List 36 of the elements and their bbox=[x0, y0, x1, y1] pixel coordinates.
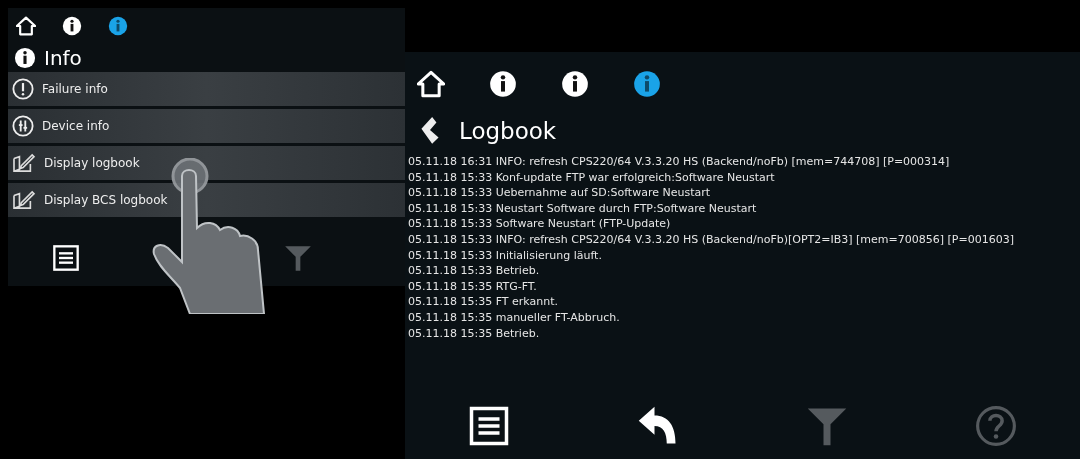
log-entry: 05.11.18 15:33 Initialisierung läuft. bbox=[408, 247, 603, 264]
home-icon[interactable] bbox=[417, 70, 445, 98]
info-icon[interactable] bbox=[561, 70, 589, 98]
book-pen-icon bbox=[12, 153, 36, 173]
info-icon bbox=[14, 47, 36, 69]
menu-item[interactable]: Device info bbox=[8, 109, 405, 143]
log-entry: 05.11.18 15:35 RTG-FT. bbox=[408, 278, 538, 295]
log-entry: 05.11.18 15:33 Betrieb. bbox=[408, 263, 541, 279]
log-entry: 05.11.18 15:33 INFO: refresh CPS220/64 V.3.3.20 HS (Backend/noFb)[OPT2=IB3] [mem=700856] [P=001603] bbox=[408, 231, 1015, 248]
screen-title: Info bbox=[44, 46, 82, 70]
home-icon[interactable] bbox=[16, 16, 36, 36]
menu-item[interactable]: Display BCS logbook bbox=[8, 183, 405, 217]
menu-item[interactable]: Failure info bbox=[8, 72, 405, 106]
exclamation-circle-icon bbox=[12, 78, 34, 100]
book-pen-icon bbox=[12, 190, 36, 210]
menu-item-label: Display logbook bbox=[44, 156, 140, 170]
menu-icon[interactable] bbox=[52, 244, 80, 272]
device-circle-icon bbox=[12, 115, 34, 137]
menu-item[interactable]: Display logbook bbox=[8, 146, 405, 180]
info-icon[interactable] bbox=[108, 16, 128, 36]
menu-item-label: Device info bbox=[42, 119, 110, 133]
menu-icon[interactable] bbox=[468, 405, 511, 447]
log-entry: 05.11.18 15:35 FT erkannt. bbox=[408, 294, 559, 310]
log-entry: 05.11.18 15:35 manueller FT-Abbruch. bbox=[408, 309, 621, 326]
log-entry: 05.11.18 15:33 Software Neustart (FTP-Update) bbox=[408, 216, 672, 232]
log-entry: 05.11.18 15:33 Konf-update FTP war erfolgreich:Software Neustart bbox=[408, 169, 776, 186]
info-icon[interactable] bbox=[633, 70, 661, 98]
info-icon[interactable] bbox=[62, 16, 82, 36]
log-entry: 05.11.18 15:35 Betrieb. bbox=[408, 325, 541, 342]
menu-item-label: Failure info bbox=[42, 82, 108, 96]
screen-title: Logbook bbox=[459, 118, 557, 144]
log-entry: 05.11.18 15:33 Neustart Software durch FTP:Software Neustart bbox=[408, 200, 758, 217]
log-entry: 05.11.18 15:33 Uebernahme auf SD:Software Neustart bbox=[408, 185, 712, 201]
log-entry: 05.11.18 16:31 INFO: refresh CPS220/64 V.3.3.20 HS (Backend/noFb) [mem=744708] [P=000314] bbox=[408, 154, 951, 170]
info-icon[interactable] bbox=[489, 70, 517, 98]
menu-item-label: Display BCS logbook bbox=[44, 193, 168, 207]
